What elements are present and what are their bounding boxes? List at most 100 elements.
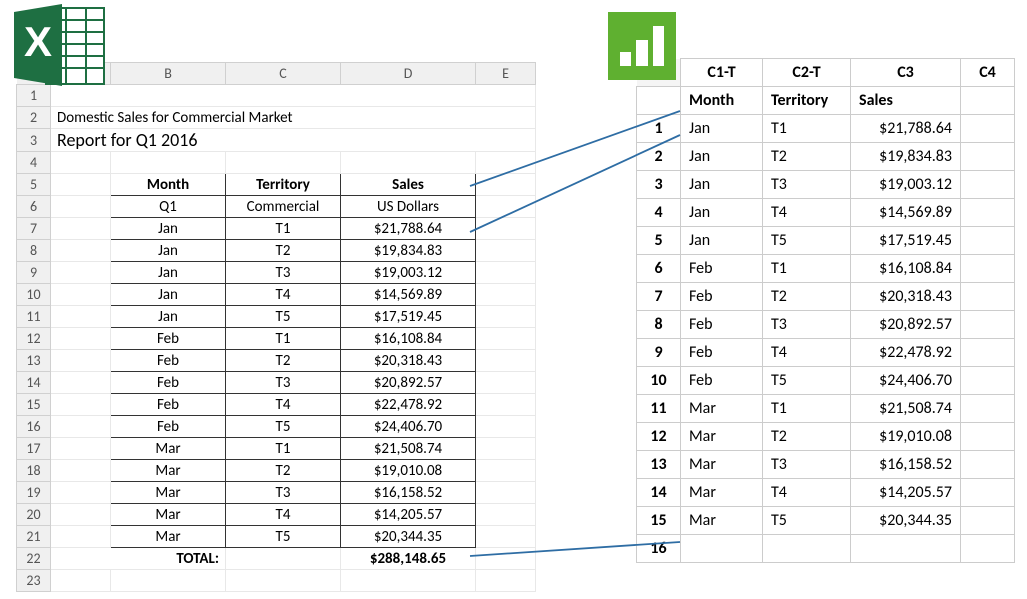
cell-territory[interactable]: T4 — [763, 339, 851, 367]
subheader-territory[interactable]: Territory — [763, 87, 851, 115]
cell-sales[interactable]: $24,406.70 — [851, 367, 961, 395]
cell-sales[interactable]: $20,318.43 — [851, 283, 961, 311]
row-header[interactable]: 22 — [17, 548, 51, 570]
table-header-territory[interactable]: Territory — [226, 174, 341, 196]
row-number[interactable]: 11 — [637, 395, 681, 423]
cell-sales[interactable]: $16,108.84 — [341, 328, 476, 350]
col-header[interactable]: C2-T — [763, 59, 851, 87]
table-header-sales[interactable]: Sales — [341, 174, 476, 196]
row-number[interactable]: 6 — [637, 255, 681, 283]
cell-territory[interactable]: T3 — [226, 482, 341, 504]
cell-sales[interactable]: $16,158.52 — [341, 482, 476, 504]
row-header[interactable]: 3 — [17, 129, 51, 152]
cell-territory[interactable]: T2 — [763, 143, 851, 171]
row-header[interactable]: 5 — [17, 174, 51, 196]
row-header[interactable]: 21 — [17, 526, 51, 548]
subheader[interactable]: US Dollars — [341, 196, 476, 218]
cell-sales[interactable]: $21,788.64 — [341, 218, 476, 240]
cell-territory[interactable]: T2 — [226, 350, 341, 372]
subheader[interactable]: Q1 — [111, 196, 226, 218]
cell-territory[interactable]: T1 — [763, 115, 851, 143]
cell-month[interactable]: Feb — [681, 367, 763, 395]
cell-territory[interactable]: T1 — [763, 255, 851, 283]
cell-territory[interactable]: T2 — [763, 283, 851, 311]
report-title[interactable]: Domestic Sales for Commercial Market — [51, 107, 536, 129]
total-label[interactable]: TOTAL: — [51, 548, 226, 570]
cell-territory[interactable]: T2 — [226, 460, 341, 482]
col-header[interactable]: C3 — [851, 59, 961, 87]
row-number[interactable]: 3 — [637, 171, 681, 199]
row-header[interactable]: 20 — [17, 504, 51, 526]
cell-territory[interactable]: T5 — [226, 416, 341, 438]
cell-month[interactable]: Jan — [681, 115, 763, 143]
row-header[interactable]: 18 — [17, 460, 51, 482]
row-header[interactable]: 9 — [17, 262, 51, 284]
row-number[interactable]: 16 — [637, 535, 681, 563]
subheader-sales[interactable]: Sales — [851, 87, 961, 115]
row-number[interactable]: 1 — [637, 115, 681, 143]
row-header[interactable]: 11 — [17, 306, 51, 328]
row-number[interactable]: 2 — [637, 143, 681, 171]
cell-sales[interactable]: $14,569.89 — [341, 284, 476, 306]
cell-sales[interactable]: $14,205.57 — [341, 504, 476, 526]
cell-month[interactable]: Mar — [681, 479, 763, 507]
cell-month[interactable]: Jan — [111, 218, 226, 240]
cell-territory[interactable]: T4 — [226, 504, 341, 526]
cell-territory[interactable]: T5 — [763, 367, 851, 395]
col-header[interactable]: D — [341, 63, 476, 85]
cell-month[interactable]: Feb — [681, 255, 763, 283]
cell-territory[interactable]: T1 — [226, 218, 341, 240]
cell-month[interactable]: Jan — [111, 284, 226, 306]
row-header[interactable]: 15 — [17, 394, 51, 416]
row-header[interactable]: 19 — [17, 482, 51, 504]
report-subtitle[interactable]: Report for Q1 2016 — [51, 129, 536, 152]
cell-territory[interactable]: T4 — [763, 479, 851, 507]
row-number[interactable]: 7 — [637, 283, 681, 311]
cell-month[interactable]: Feb — [681, 283, 763, 311]
cell-territory[interactable]: T3 — [226, 262, 341, 284]
row-header[interactable]: 23 — [17, 570, 51, 592]
row-header[interactable]: 2 — [17, 107, 51, 129]
row-header[interactable]: 13 — [17, 350, 51, 372]
cell-month[interactable]: Jan — [681, 143, 763, 171]
col-header[interactable]: E — [476, 63, 536, 85]
row-number[interactable]: 10 — [637, 367, 681, 395]
cell-sales[interactable]: $16,108.84 — [851, 255, 961, 283]
cell-territory[interactable]: T5 — [226, 306, 341, 328]
cell-sales[interactable]: $20,892.57 — [341, 372, 476, 394]
cell-sales[interactable]: $21,508.74 — [341, 438, 476, 460]
cell-month[interactable]: Jan — [111, 240, 226, 262]
subheader-month[interactable]: Month — [681, 87, 763, 115]
row-header[interactable]: 16 — [17, 416, 51, 438]
cell-month[interactable]: Feb — [111, 416, 226, 438]
cell-territory[interactable]: T1 — [226, 328, 341, 350]
col-header[interactable]: C — [226, 63, 341, 85]
cell-month[interactable]: Feb — [111, 394, 226, 416]
row-number[interactable]: 5 — [637, 227, 681, 255]
cell-territory[interactable]: T4 — [226, 394, 341, 416]
row-header[interactable]: 8 — [17, 240, 51, 262]
cell-territory[interactable]: T1 — [763, 395, 851, 423]
table-header-month[interactable]: Month — [111, 174, 226, 196]
cell-sales[interactable]: $21,508.74 — [851, 395, 961, 423]
row-number[interactable]: 13 — [637, 451, 681, 479]
cell-sales[interactable]: $20,344.35 — [341, 526, 476, 548]
cell-territory[interactable]: T3 — [226, 372, 341, 394]
cell-month[interactable]: Feb — [681, 339, 763, 367]
row-number[interactable]: 9 — [637, 339, 681, 367]
cell-month[interactable]: Jan — [681, 199, 763, 227]
cell-month[interactable]: Mar — [111, 438, 226, 460]
cell-sales[interactable]: $19,010.08 — [851, 423, 961, 451]
total-value[interactable]: $288,148.65 — [341, 548, 476, 570]
row-number[interactable]: 14 — [637, 479, 681, 507]
cell-sales[interactable]: $19,834.83 — [341, 240, 476, 262]
cell-sales[interactable]: $20,344.35 — [851, 507, 961, 535]
cell-month[interactable]: Mar — [111, 526, 226, 548]
row-number[interactable]: 12 — [637, 423, 681, 451]
row-header[interactable]: 14 — [17, 372, 51, 394]
cell-month[interactable]: Feb — [111, 350, 226, 372]
cell-territory[interactable]: T5 — [763, 507, 851, 535]
cell-month[interactable]: Mar — [681, 423, 763, 451]
cell-territory[interactable]: T4 — [226, 284, 341, 306]
cell-sales[interactable]: $20,318.43 — [341, 350, 476, 372]
